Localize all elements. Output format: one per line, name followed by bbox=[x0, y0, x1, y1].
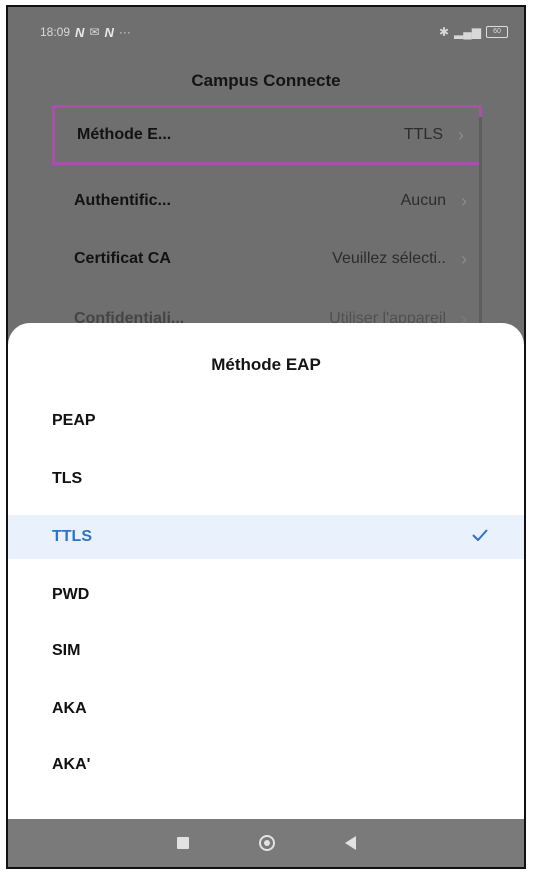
eap-method-row[interactable]: Méthode E... TTLS › bbox=[52, 105, 482, 165]
battery-icon: 60 bbox=[486, 26, 508, 38]
back-triangle-icon[interactable] bbox=[344, 836, 356, 850]
option-label: PWD bbox=[52, 586, 90, 603]
row-value: TTLS bbox=[403, 126, 443, 143]
navigation-bar bbox=[8, 819, 524, 867]
check-icon bbox=[472, 528, 488, 546]
chevron-right-icon: › bbox=[461, 248, 467, 269]
ca-certificate-row[interactable]: Certificat CA Veuillez sélecti.. › bbox=[52, 229, 482, 289]
more-dots-icon: ··· bbox=[118, 25, 131, 39]
authentication-row[interactable]: Authentific... Aucun › bbox=[52, 171, 482, 231]
chevron-right-icon: › bbox=[458, 124, 464, 145]
phone-frame: 18:09 N ✉ N ··· ✱ ▂▄▆ 60 Campus Connecte… bbox=[6, 5, 526, 869]
signal-icon: ▂▄▆ bbox=[454, 25, 481, 39]
notification-n-icon: N bbox=[104, 24, 114, 40]
sheet-title: Méthode EAP bbox=[211, 355, 321, 374]
option-ttls[interactable]: TTLS bbox=[8, 515, 524, 559]
option-peap[interactable]: PEAP bbox=[8, 399, 524, 443]
status-time: 18:09 bbox=[40, 25, 71, 39]
home-circle-icon[interactable] bbox=[258, 835, 275, 851]
eap-method-sheet: Méthode EAP PEAP TLS TTLS PWD SIM AKA AK… bbox=[8, 323, 524, 823]
row-label: Méthode E... bbox=[77, 126, 172, 143]
option-label: TTLS bbox=[52, 528, 92, 545]
option-pwd[interactable]: PWD bbox=[8, 573, 524, 617]
recents-square-icon[interactable] bbox=[176, 837, 189, 849]
option-label: AKA' bbox=[52, 756, 91, 773]
option-label: SIM bbox=[52, 642, 81, 659]
chevron-right-icon: › bbox=[461, 190, 467, 211]
option-aka[interactable]: AKA bbox=[8, 687, 524, 731]
row-value: Aucun bbox=[400, 192, 446, 209]
status-bar: 18:09 N ✉ N ··· ✱ ▂▄▆ 60 bbox=[8, 7, 524, 57]
option-aka-prime[interactable]: AKA' bbox=[8, 743, 524, 787]
option-label: TLS bbox=[52, 470, 83, 487]
bluetooth-icon: ✱ bbox=[438, 25, 450, 39]
option-tls[interactable]: TLS bbox=[8, 457, 524, 501]
row-label: Certificat CA bbox=[74, 250, 171, 267]
row-value: Veuillez sélecti.. bbox=[332, 250, 446, 267]
option-sim[interactable]: SIM bbox=[8, 629, 524, 673]
page-title: Campus Connecte bbox=[191, 71, 341, 90]
scrollbar[interactable] bbox=[479, 117, 482, 357]
notification-n-icon: N bbox=[75, 24, 85, 40]
option-label: PEAP bbox=[52, 412, 96, 429]
option-label: AKA bbox=[52, 700, 87, 717]
screen: 18:09 N ✉ N ··· ✱ ▂▄▆ 60 Campus Connecte… bbox=[8, 7, 524, 867]
message-icon: ✉ bbox=[89, 25, 100, 39]
row-label: Authentific... bbox=[74, 192, 171, 209]
